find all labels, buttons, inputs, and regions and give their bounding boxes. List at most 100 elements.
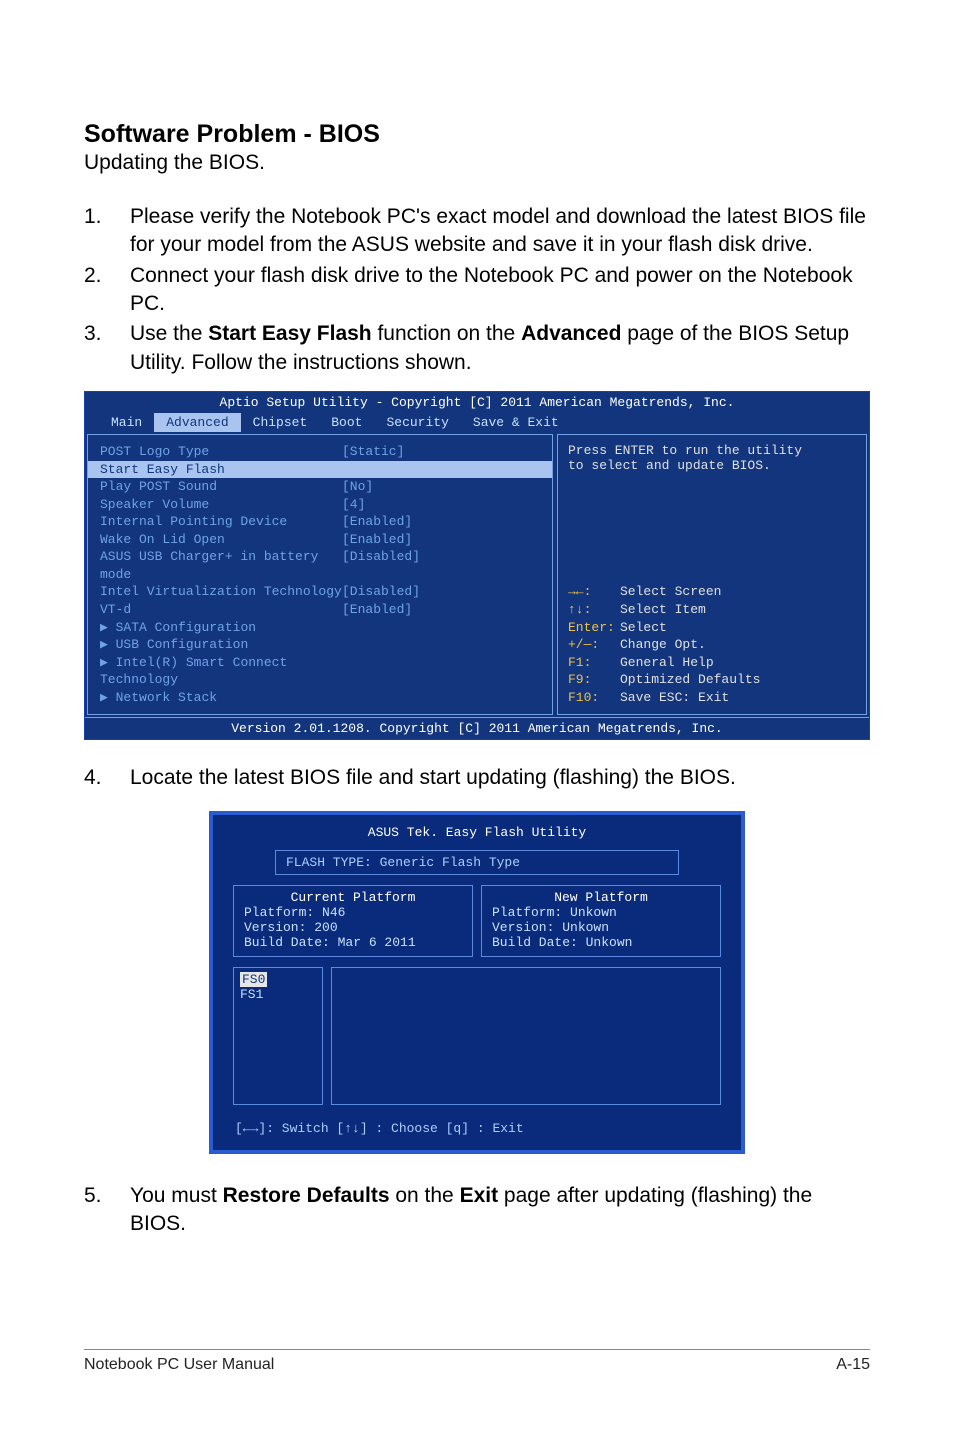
bios-row[interactable]: ASUS USB Charger+ in battery mode[Disabl… bbox=[88, 548, 552, 583]
section-title: Software Problem - BIOS bbox=[84, 120, 870, 149]
instruction-list-2: 4. Locate the latest BIOS file and start… bbox=[84, 764, 870, 792]
page-footer: Notebook PC User Manual A-15 bbox=[84, 1349, 870, 1374]
flash-type: FLASH TYPE: Generic Flash Type bbox=[275, 850, 679, 875]
row-label: Internal Pointing Device bbox=[100, 513, 342, 531]
new-platform-box: New Platform Platform: Unkown Version: U… bbox=[481, 885, 721, 957]
row-label: ▶ SATA Configuration bbox=[100, 619, 342, 637]
row-label: Intel Virtualization Technology bbox=[100, 583, 342, 601]
hint-key: ↑↓: bbox=[568, 601, 620, 619]
row-label: ▶ USB Configuration bbox=[100, 636, 342, 654]
row-value: [Static] bbox=[342, 443, 540, 461]
hint-val: Select bbox=[620, 619, 667, 637]
tab-security[interactable]: Security bbox=[374, 413, 460, 432]
tab-chipset[interactable]: Chipset bbox=[241, 413, 320, 432]
step-number: 5. bbox=[84, 1182, 130, 1239]
hint-val: Change Opt. bbox=[620, 636, 706, 654]
tab-advanced[interactable]: Advanced bbox=[154, 413, 240, 432]
row-label: ▶ Network Stack bbox=[100, 689, 342, 707]
drive-list[interactable]: FS0 FS1 bbox=[233, 967, 323, 1105]
flash-key-hints: [←→]: Switch [↑↓] : Choose [q] : Exit bbox=[219, 1119, 735, 1144]
step-number: 3. bbox=[84, 320, 130, 377]
bios-help-panel: Press ENTER to run the utility to select… bbox=[557, 434, 867, 715]
row-label: Start Easy Flash bbox=[100, 461, 342, 479]
row-value: [No] bbox=[342, 478, 540, 496]
hint-key: +/—: bbox=[568, 636, 620, 654]
step-text: Use the Start Easy Flash function on the… bbox=[130, 320, 870, 377]
step-number: 4. bbox=[84, 764, 130, 792]
bios-key-hints: →←:Select Screen ↑↓:Select Item Enter:Se… bbox=[568, 583, 856, 706]
box-row: Version: 200 bbox=[244, 920, 462, 935]
step-number: 1. bbox=[84, 203, 130, 260]
hint-val: Select Item bbox=[620, 601, 706, 619]
bios-row-submenu[interactable]: ▶ Intel(R) Smart Connect Technology bbox=[88, 654, 552, 689]
step-5: 5. You must Restore Defaults on the Exit… bbox=[84, 1182, 870, 1239]
row-value bbox=[342, 461, 540, 479]
bios-help-text: Press ENTER to run the utility to select… bbox=[568, 443, 856, 473]
row-value: [Enabled] bbox=[342, 601, 540, 619]
hint-key: F10: bbox=[568, 689, 620, 707]
flash-title: ASUS Tek. Easy Flash Utility bbox=[219, 821, 735, 850]
hint-key: Enter: bbox=[568, 619, 620, 637]
flash-platforms: Current Platform Platform: N46 Version: … bbox=[219, 885, 735, 957]
footer-left: Notebook PC User Manual bbox=[84, 1356, 274, 1374]
step-3: 3. Use the Start Easy Flash function on … bbox=[84, 320, 870, 377]
step-text: Please verify the Notebook PC's exact mo… bbox=[130, 203, 870, 260]
bios-settings-list: POST Logo Type[Static] Start Easy Flash … bbox=[87, 434, 553, 715]
box-row: Version: Unkown bbox=[492, 920, 710, 935]
bios-row[interactable]: Speaker Volume[4] bbox=[88, 496, 552, 514]
bios-row-submenu[interactable]: ▶ SATA Configuration bbox=[88, 619, 552, 637]
box-row: Platform: Unkown bbox=[492, 905, 710, 920]
easy-flash-utility-screenshot: ASUS Tek. Easy Flash Utility FLASH TYPE:… bbox=[209, 811, 745, 1154]
row-value: [Enabled] bbox=[342, 531, 540, 549]
bios-row[interactable]: Intel Virtualization Technology[Disabled… bbox=[88, 583, 552, 601]
t: on the bbox=[390, 1184, 460, 1207]
bios-row-selected[interactable]: Start Easy Flash bbox=[88, 461, 552, 479]
instruction-list-3: 5. You must Restore Defaults on the Exit… bbox=[84, 1182, 870, 1239]
t: Use the bbox=[130, 322, 208, 345]
drive-fs0-selected[interactable]: FS0 bbox=[240, 972, 267, 987]
tab-save-exit[interactable]: Save & Exit bbox=[461, 413, 571, 432]
row-value: [4] bbox=[342, 496, 540, 514]
hint-val: Optimized Defaults bbox=[620, 671, 760, 689]
t-bold: Start Easy Flash bbox=[208, 322, 371, 345]
file-list[interactable] bbox=[331, 967, 721, 1105]
tab-boot[interactable]: Boot bbox=[319, 413, 374, 432]
bios-row[interactable]: POST Logo Type[Static] bbox=[88, 443, 552, 461]
bios-row[interactable]: Play POST Sound[No] bbox=[88, 478, 552, 496]
drive-fs1[interactable]: FS1 bbox=[240, 987, 316, 1002]
bios-row-submenu[interactable]: ▶ USB Configuration bbox=[88, 636, 552, 654]
tab-main[interactable]: Main bbox=[99, 413, 154, 432]
bios-body: POST Logo Type[Static] Start Easy Flash … bbox=[85, 432, 869, 717]
step-text: Locate the latest BIOS file and start up… bbox=[130, 764, 870, 792]
box-row: Build Date: Mar 6 2011 bbox=[244, 935, 462, 950]
row-value: [Disabled] bbox=[342, 583, 540, 601]
box-head: Current Platform bbox=[244, 890, 462, 905]
t: to select and update BIOS. bbox=[568, 458, 856, 473]
bios-row[interactable]: Internal Pointing Device[Enabled] bbox=[88, 513, 552, 531]
row-label: POST Logo Type bbox=[100, 443, 342, 461]
hint-key: →←: bbox=[568, 583, 620, 601]
box-row: Build Date: Unkown bbox=[492, 935, 710, 950]
row-value: [Enabled] bbox=[342, 513, 540, 531]
bios-row-submenu[interactable]: ▶ Network Stack bbox=[88, 689, 552, 707]
row-label: Wake On Lid Open bbox=[100, 531, 342, 549]
step-1: 1. Please verify the Notebook PC's exact… bbox=[84, 203, 870, 260]
row-value: [Disabled] bbox=[342, 548, 540, 583]
step-text: You must Restore Defaults on the Exit pa… bbox=[130, 1182, 870, 1239]
box-head: New Platform bbox=[492, 890, 710, 905]
t-bold: Restore Defaults bbox=[223, 1184, 390, 1207]
current-platform-box: Current Platform Platform: N46 Version: … bbox=[233, 885, 473, 957]
row-label: Speaker Volume bbox=[100, 496, 342, 514]
bios-row[interactable]: Wake On Lid Open[Enabled] bbox=[88, 531, 552, 549]
instruction-list: 1. Please verify the Notebook PC's exact… bbox=[84, 203, 870, 377]
t: function on the bbox=[372, 322, 521, 345]
footer-right: A-15 bbox=[836, 1356, 870, 1374]
bios-row[interactable]: VT-d[Enabled] bbox=[88, 601, 552, 619]
hint-val: Select Screen bbox=[620, 583, 721, 601]
hint-val: General Help bbox=[620, 654, 714, 672]
t-bold: Advanced bbox=[521, 322, 621, 345]
step-2: 2. Connect your flash disk drive to the … bbox=[84, 262, 870, 319]
section-subtitle: Updating the BIOS. bbox=[84, 151, 870, 175]
step-text: Connect your flash disk drive to the Not… bbox=[130, 262, 870, 319]
bios-tabs: Main Advanced Chipset Boot Security Save… bbox=[85, 413, 869, 432]
